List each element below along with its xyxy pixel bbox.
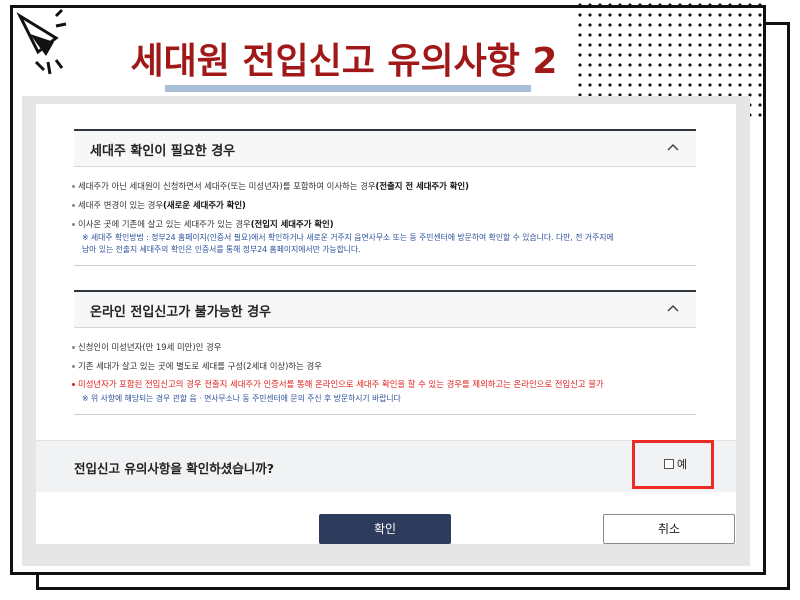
section-header-householder-check[interactable]: 세대주 확인이 필요한 경우 (74, 129, 696, 167)
burst-icon (16, 8, 67, 75)
title-underline (165, 85, 531, 92)
confirm-button[interactable]: 확인 (319, 514, 451, 544)
list-item: 세대주가 아닌 세대원이 신청하면서 세대주(또는 미성년자)를 포함하여 이사… (72, 180, 469, 192)
list-item-text: 세대주 변경이 있는 경우 (78, 200, 164, 210)
confirm-question: 전입신고 유의사항을 확인하셨습니까? (74, 461, 274, 476)
note-text: 남아 있는 전출지 세대주의 확인은 인증서를 통해 정부24 홈페이지에서만 … (82, 245, 361, 254)
list-item-emphasis: (전출지 전 세대주가 확인) (375, 181, 469, 191)
slide-title: 세대원 전입신고 유의사항 2 (130, 41, 558, 82)
notice-content: 세대주 확인이 필요한 경우 세대주가 아닌 세대원이 신청하면서 세대주(또는… (36, 104, 736, 544)
section-title: 세대주 확인이 필요한 경우 (90, 144, 236, 159)
list-item-emphasis: (새로운 세대주가 확인) (163, 200, 246, 210)
list-item: 세대주 변경이 있는 경우(새로운 세대주가 확인) (72, 199, 246, 211)
list-item-emphasis: (전입지 세대주가 확인) (250, 219, 334, 229)
list-item: 신청인이 미성년자(만 19세 미만)인 경우 (71, 342, 222, 352)
highlight-box (632, 440, 714, 489)
note-text: ※ 세대주 확인방법 : 정부24 홈페이지(인증서 필요)에서 확인하거나 새… (82, 233, 614, 242)
warning-list-item: 미성년자가 포함된 전입신고의 경우 전출지 세대주가 인증서를 통해 온라인으… (72, 379, 604, 389)
note-text: ※ 위 사항에 해당되는 경우 관할 읍 · 면사무소나 동 주민센터에 문의 … (82, 394, 401, 403)
list-item-text: 세대주가 아닌 세대원이 신청하면서 세대주(또는 미성년자)를 포함하여 이사… (78, 181, 376, 191)
divider (74, 414, 696, 415)
list-item-text: 이사온 곳에 기존에 살고 있는 세대주가 있는 경우 (78, 219, 251, 229)
screenshot-panel: 세대주 확인이 필요한 경우 세대주가 아닌 세대원이 신청하면서 세대주(또는… (22, 96, 750, 566)
list-item: 기존 세대가 살고 있는 곳에 별도로 세대를 구성(2세대 이상)하는 경우 (72, 361, 322, 371)
confirm-bar: 전입신고 유의사항을 확인하셨습니까? 예 (36, 440, 736, 492)
chevron-up-icon[interactable] (664, 139, 682, 157)
divider (74, 265, 696, 266)
cancel-button[interactable]: 취소 (603, 514, 735, 544)
section-header-online-unavailable[interactable]: 온라인 전입신고가 불가능한 경우 (74, 290, 696, 328)
list-item: 이사온 곳에 기존에 살고 있는 세대주가 있는 경우(전입지 세대주가 확인) (72, 218, 334, 230)
chevron-up-icon[interactable] (664, 300, 682, 318)
section-title: 온라인 전입신고가 불가능한 경우 (90, 305, 272, 320)
